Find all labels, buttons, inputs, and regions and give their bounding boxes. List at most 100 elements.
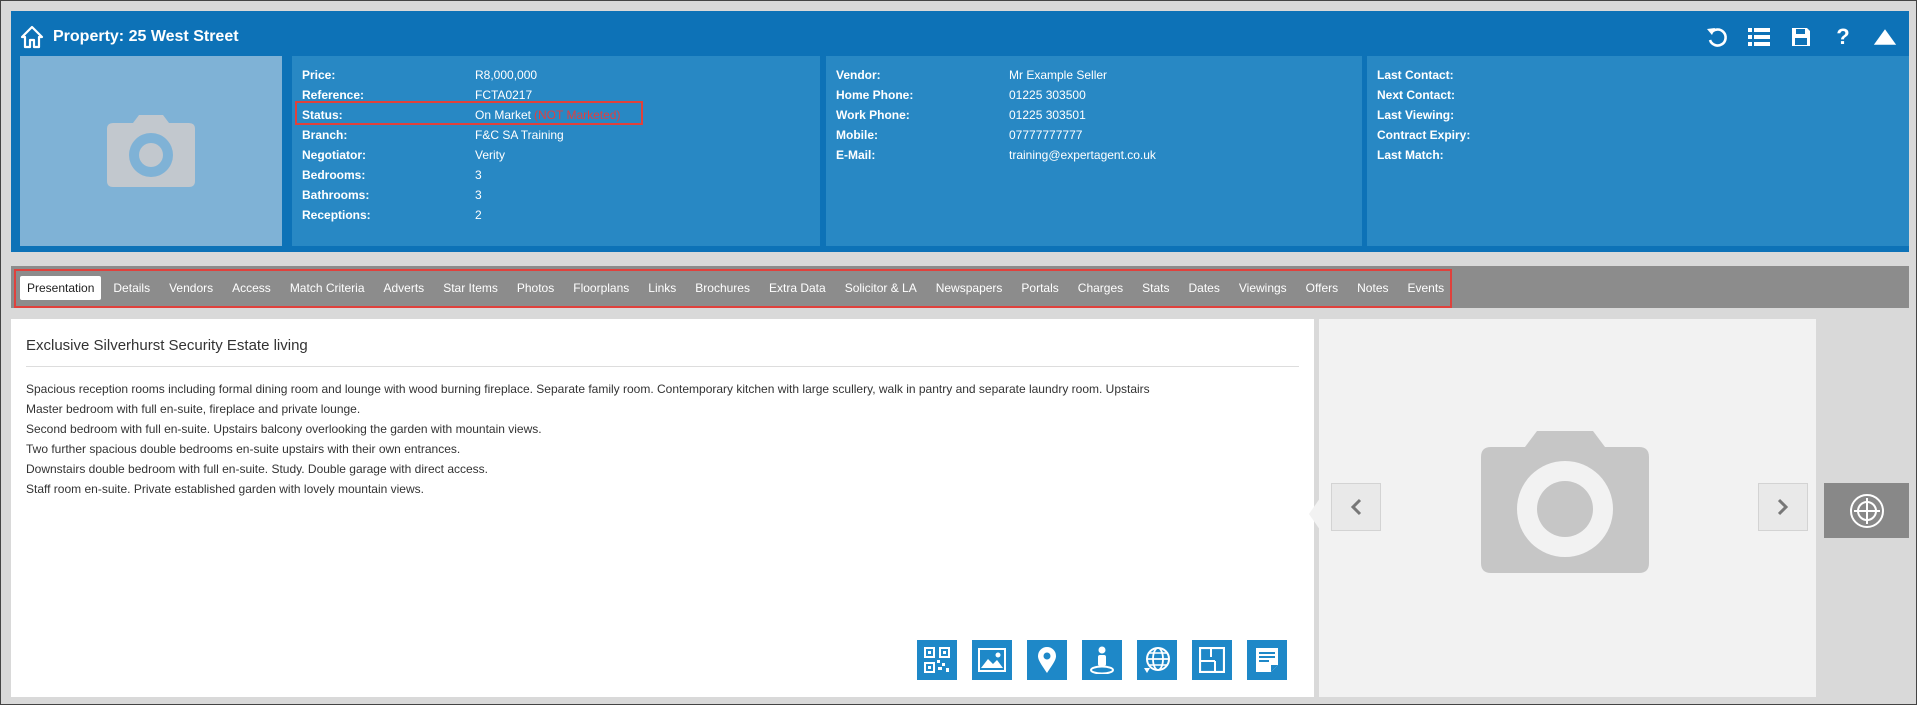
tab-access[interactable]: Access: [225, 276, 278, 300]
field-label: Home Phone:: [836, 88, 914, 102]
crosshair-icon: [1849, 493, 1884, 528]
property-row-branch: Branch: F&C SA Training: [302, 125, 810, 145]
header-title-bar: Property: 25 West Street: [19, 19, 239, 55]
vendor-panel: Vendor: Mr Example Seller Home Phone: 01225…: [826, 56, 1362, 246]
field-value: F&C SA Training: [475, 128, 564, 142]
tab-match-criteria[interactable]: Match Criteria: [283, 276, 372, 300]
field-value: FCTA0217: [475, 88, 533, 102]
tab-newspapers[interactable]: Newspapers: [929, 276, 1010, 300]
tab-details[interactable]: Details: [106, 276, 157, 300]
property-summary-panel: Price: R8,000,000 Reference: FCTA0217 Status…: [292, 56, 820, 246]
field-label: Receptions:: [302, 208, 371, 222]
property-row-price: Price: R8,000,000: [302, 65, 810, 85]
field-label: E-Mail:: [836, 148, 876, 162]
field-value: 2: [475, 208, 482, 222]
camera-icon: [107, 115, 195, 187]
field-label: Vendor:: [836, 68, 881, 82]
description-line: Master bedroom with full en-suite, firep…: [26, 402, 361, 416]
field-label: Last Viewing:: [1377, 108, 1455, 122]
camera-icon: [1479, 429, 1651, 578]
tab-vendors[interactable]: Vendors: [162, 276, 220, 300]
field-value: 3: [475, 168, 482, 182]
property-row-status: Status: On Market (NOT Marketed): [302, 105, 810, 125]
property-row-receptions: Receptions: 2: [302, 205, 810, 225]
qr-code-icon[interactable]: [917, 640, 957, 680]
tab-floorplans[interactable]: Floorplans: [566, 276, 636, 300]
vendor-row-vendor: Vendor: Mr Example Seller: [836, 65, 1352, 85]
map-pin-icon[interactable]: [1027, 640, 1067, 680]
presentation-panel: Exclusive Silverhurst Security Estate li…: [11, 319, 1314, 697]
tab-portals[interactable]: Portals: [1014, 276, 1065, 300]
vendor-row-mobile: Mobile: 07777777777: [836, 125, 1352, 145]
collapse-up-icon[interactable]: [1873, 25, 1897, 49]
save-icon[interactable]: [1789, 25, 1813, 49]
vendor-row-work-phone: Work Phone: 01225 303501: [836, 105, 1352, 125]
undo-icon[interactable]: [1705, 25, 1729, 49]
description-line: Two further spacious double bedrooms en-…: [26, 442, 461, 456]
chevron-right-icon: [1777, 498, 1789, 516]
tab-bar: Presentation Details Vendors Access Match Cr…: [11, 266, 1909, 308]
field-label: Branch:: [302, 128, 348, 142]
status-warning: (NOT Marketed): [534, 108, 621, 122]
field-label: Next Contact:: [1377, 88, 1456, 102]
tab-adverts[interactable]: Adverts: [377, 276, 432, 300]
field-value: Mr Example Seller: [1009, 68, 1108, 82]
action-icon-row: [917, 640, 1287, 680]
brochure-icon[interactable]: [1247, 640, 1287, 680]
gallery-zoom-button[interactable]: [1824, 483, 1909, 538]
image-icon[interactable]: [972, 640, 1012, 680]
vendor-row-home-phone: Home Phone: 01225 303500: [836, 85, 1352, 105]
field-label: Last Match:: [1377, 148, 1444, 162]
field-value: On Market: [475, 108, 532, 122]
tab-viewings[interactable]: Viewings: [1232, 276, 1294, 300]
app-frame: Property: 25 West Street ? Price: R8,000,…: [0, 0, 1917, 705]
gallery-next-button[interactable]: [1758, 483, 1808, 531]
contact-dates-panel: Last Contact: Next Contact: Last Viewing: C…: [1367, 56, 1909, 246]
tab-notes[interactable]: Notes: [1350, 276, 1395, 300]
tab-star-items[interactable]: Star Items: [436, 276, 505, 300]
contact-row-last-match: Last Match:: [1377, 145, 1899, 165]
tab-brochures[interactable]: Brochures: [688, 276, 757, 300]
globe-icon[interactable]: [1137, 640, 1177, 680]
gallery-prev-button[interactable]: [1331, 483, 1381, 531]
tab-dates[interactable]: Dates: [1182, 276, 1227, 300]
field-label: Mobile:: [836, 128, 878, 142]
tab-presentation[interactable]: Presentation: [20, 276, 102, 300]
tab-photos[interactable]: Photos: [510, 276, 561, 300]
help-icon[interactable]: ?: [1831, 24, 1855, 49]
contact-row-contract-expiry: Contract Expiry:: [1377, 125, 1899, 145]
floorplan-icon[interactable]: [1192, 640, 1232, 680]
field-label: Negotiator:: [302, 148, 366, 162]
field-label: Reference:: [302, 88, 365, 102]
contact-row-last-viewing: Last Viewing:: [1377, 105, 1899, 125]
field-label: Price:: [302, 68, 336, 82]
field-label: Bedrooms:: [302, 168, 366, 182]
field-label: Status:: [302, 108, 343, 122]
tab-charges[interactable]: Charges: [1071, 276, 1130, 300]
tab-offers[interactable]: Offers: [1299, 276, 1345, 300]
divider: [26, 366, 1299, 367]
field-label: Work Phone:: [836, 108, 910, 122]
tab-solicitor-la[interactable]: Solicitor & LA: [838, 276, 924, 300]
field-value: 01225 303501: [1009, 108, 1086, 122]
field-value[interactable]: training@expertagent.co.uk: [1009, 148, 1156, 162]
photo-gallery: [1319, 319, 1816, 697]
presentation-description: Spacious reception rooms including forma…: [26, 379, 1306, 499]
tab-extra-data[interactable]: Extra Data: [762, 276, 833, 300]
header-toolbar: ?: [1705, 19, 1897, 55]
house-icon[interactable]: [19, 24, 45, 50]
street-view-icon[interactable]: [1082, 640, 1122, 680]
description-line: Staff room en-suite. Private established…: [26, 482, 424, 496]
description-line: Spacious reception rooms including forma…: [26, 382, 1150, 396]
vendor-row-e-mail: E-Mail: training@expertagent.co.uk: [836, 145, 1352, 165]
property-row-bathrooms: Bathrooms: 3: [302, 185, 810, 205]
field-value: 3: [475, 188, 482, 202]
list-icon[interactable]: [1747, 25, 1771, 49]
tab-events[interactable]: Events: [1401, 276, 1452, 300]
tab-links[interactable]: Links: [641, 276, 683, 300]
field-value: Verity: [475, 148, 506, 162]
tab-stats[interactable]: Stats: [1135, 276, 1176, 300]
contact-row-last-contact: Last Contact:: [1377, 65, 1899, 85]
tab-list: Presentation Details Vendors Access Match Cr…: [20, 276, 1456, 300]
property-header: Property: 25 West Street ? Price: R8,000,…: [11, 11, 1909, 252]
